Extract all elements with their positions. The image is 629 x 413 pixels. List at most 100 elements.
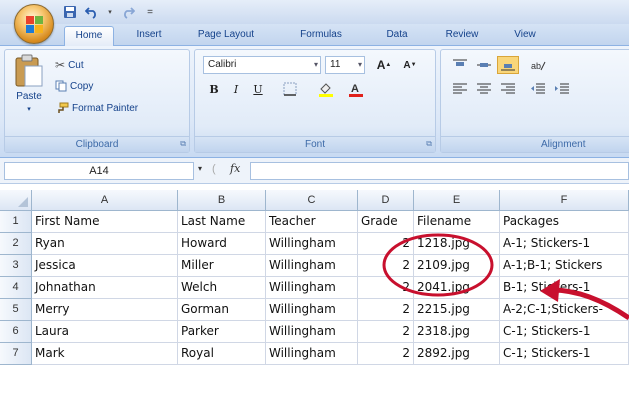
table-cell[interactable]: 2041.jpg [414,277,500,299]
column-header-b[interactable]: B [178,190,266,211]
table-cell[interactable]: 2 [358,321,414,343]
column-header-e[interactable]: E [414,190,500,211]
row-header[interactable]: 7 [0,343,32,365]
tab-page-layout[interactable]: Page Layout [186,26,266,46]
table-cell[interactable]: 2892.jpg [414,343,500,365]
table-cell[interactable]: Royal [178,343,266,365]
align-bottom-button[interactable] [497,56,519,74]
increase-indent-button[interactable] [551,80,573,98]
column-header-f[interactable]: F [500,190,629,211]
align-right-button[interactable] [497,80,519,98]
table-cell[interactable]: 2 [358,343,414,365]
table-cell[interactable]: Johnathan [32,277,178,299]
table-cell[interactable]: A-1;B-1; Stickers [500,255,629,277]
name-box[interactable]: A14 [4,162,194,180]
table-cell[interactable]: C-1; Stickers-1 [500,343,629,365]
decrease-indent-button[interactable] [527,80,549,98]
insert-function-button[interactable]: fx [230,162,240,175]
font-color-button[interactable]: A [345,80,367,98]
table-cell[interactable]: Willingham [266,299,358,321]
tab-insert[interactable]: Insert [124,26,174,46]
chevron-down-icon[interactable]: ▾ [106,4,114,20]
fill-color-button[interactable] [315,80,337,98]
align-center-button[interactable] [473,80,495,98]
column-header-a[interactable]: A [32,190,178,211]
table-cell[interactable]: Willingham [266,255,358,277]
table-cell[interactable]: 2318.jpg [414,321,500,343]
row-header[interactable]: 3 [0,255,32,277]
table-cell[interactable]: A-2;C-1;Stickers- [500,299,629,321]
tab-review[interactable]: Review [432,26,492,46]
paste-button[interactable]: Paste ▾ [9,54,49,114]
scissors-icon: ✂ [55,58,66,72]
table-cell[interactable]: Willingham [266,343,358,365]
orientation-button[interactable]: ab [527,56,549,74]
table-cell[interactable]: Mark [32,343,178,365]
row-header[interactable]: 5 [0,299,32,321]
formula-input[interactable] [250,162,629,180]
table-cell[interactable]: Willingham [266,233,358,255]
grow-font-button[interactable]: A ▲ [373,56,395,74]
tab-view[interactable]: View [500,26,550,46]
table-cell[interactable]: Last Name [178,211,266,233]
table-cell[interactable]: Packages [500,211,629,233]
customize-qat-glyph[interactable]: = [142,4,158,20]
table-cell[interactable]: Teacher [266,211,358,233]
table-cell[interactable]: B-1; Stickers-1 [500,277,629,299]
table-cell[interactable]: 2 [358,277,414,299]
align-top-button[interactable] [449,56,471,74]
table-cell[interactable]: 2 [358,233,414,255]
table-cell[interactable]: 2 [358,255,414,277]
row-header[interactable]: 6 [0,321,32,343]
dialog-launcher-icon[interactable]: ⧉ [426,139,432,149]
tab-home[interactable]: Home [64,26,114,46]
select-all-corner[interactable] [0,190,32,211]
copy-button[interactable]: Copy [55,80,93,92]
table-cell[interactable]: Merry [32,299,178,321]
row-header[interactable]: 4 [0,277,32,299]
column-header-c[interactable]: C [266,190,358,211]
table-cell[interactable]: First Name [32,211,178,233]
row-header[interactable]: 1 [0,211,32,233]
table-cell[interactable]: 2 [358,299,414,321]
table-cell[interactable]: A-1; Stickers-1 [500,233,629,255]
office-button[interactable] [14,4,54,44]
font-name-combo[interactable]: Calibri ▾ [203,56,321,74]
column-header-d[interactable]: D [358,190,414,211]
table-cell[interactable]: Willingham [266,277,358,299]
save-icon[interactable] [62,4,78,20]
table-cell[interactable]: Filename [414,211,500,233]
cut-button[interactable]: ✂ Cut [55,58,84,72]
align-middle-button[interactable] [473,56,495,74]
format-painter-button[interactable]: Format Painter [55,102,138,114]
table-cell[interactable]: Howard [178,233,266,255]
tab-data[interactable]: Data [372,26,422,46]
table-cell[interactable]: Parker [178,321,266,343]
table-cell[interactable]: 2215.jpg [414,299,500,321]
undo-icon[interactable] [84,4,100,20]
table-cell[interactable]: Willingham [266,321,358,343]
title-bar: ▾ = [0,0,629,24]
table-cell[interactable]: Miller [178,255,266,277]
tab-formulas[interactable]: Formulas [286,26,356,46]
table-cell[interactable]: Ryan [32,233,178,255]
chevron-down-icon[interactable]: ▾ [198,164,202,173]
table-cell[interactable]: Jessica [32,255,178,277]
row-header[interactable]: 2 [0,233,32,255]
underline-button[interactable]: U [247,80,269,98]
bold-button[interactable]: B [203,80,225,98]
table-cell[interactable]: C-1; Stickers-1 [500,321,629,343]
dialog-launcher-icon[interactable]: ⧉ [180,139,186,149]
table-cell[interactable]: Grade [358,211,414,233]
shrink-font-button[interactable]: A ▼ [399,56,421,74]
table-cell[interactable]: Welch [178,277,266,299]
table-cell[interactable]: 2109.jpg [414,255,500,277]
font-size-combo[interactable]: 11 ▾ [325,56,365,74]
table-cell[interactable]: Laura [32,321,178,343]
table-cell[interactable]: Gorman [178,299,266,321]
redo-icon[interactable] [120,4,136,20]
align-left-button[interactable] [449,80,471,98]
borders-button[interactable] [279,80,301,98]
italic-button[interactable]: I [225,80,247,98]
table-cell[interactable]: 1218.jpg [414,233,500,255]
